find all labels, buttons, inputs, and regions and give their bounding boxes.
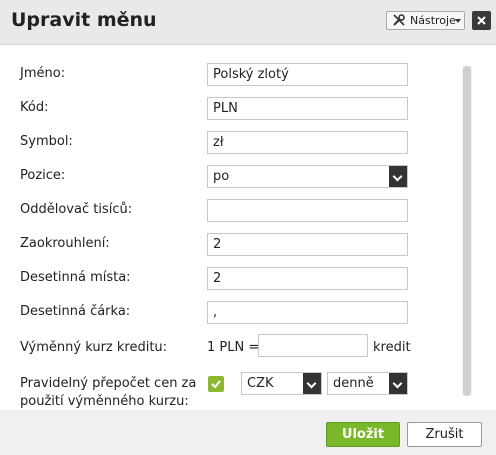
auto-convert-checkbox[interactable] [208, 376, 224, 392]
auto-convert-label-line2: použití výměnného kurzu: [20, 394, 189, 409]
auto-convert-label-line1: Pravidelný přepočet cen za [20, 376, 197, 391]
currency-select[interactable]: CZK [241, 372, 322, 395]
cancel-button[interactable]: Zrušit [407, 422, 482, 447]
decimal-separator-input[interactable]: , [207, 301, 408, 324]
chevron-down-icon [389, 166, 407, 187]
position-select[interactable]: po [207, 165, 408, 188]
save-button[interactable]: Uložit [326, 422, 400, 447]
checkmark-icon [211, 380, 221, 389]
rounding-input[interactable]: 2 [207, 233, 408, 256]
dialog-title: Upravit měnu [11, 9, 157, 31]
close-icon [477, 16, 486, 25]
close-button[interactable] [472, 11, 491, 30]
position-label: Pozice: [20, 168, 66, 183]
code-label: Kód: [20, 100, 49, 115]
thousands-separator-input[interactable] [207, 199, 408, 222]
tools-dropdown-button[interactable]: Nástroje [386, 11, 465, 30]
scrollbar-thumb[interactable] [463, 66, 471, 396]
decimals-label: Desetinná místa: [20, 270, 131, 285]
dialog-titlebar: Upravit měnu Nástroje [0, 0, 496, 45]
credit-rate-prefix: 1 PLN = [207, 340, 260, 355]
frequency-value: denně [333, 376, 374, 391]
form-scrollbar[interactable] [462, 66, 472, 396]
symbol-label: Symbol: [20, 134, 73, 149]
rounding-label: Zaokrouhlení: [20, 236, 110, 251]
name-input[interactable]: Polský zlotý [207, 63, 408, 86]
tools-label: Nástroje [410, 14, 456, 27]
decimals-input[interactable]: 2 [207, 267, 408, 290]
tools-icon [393, 14, 405, 29]
symbol-input[interactable]: zł [207, 131, 408, 154]
frequency-select[interactable]: denně [327, 372, 408, 395]
credit-rate-suffix: kredit [373, 340, 411, 355]
code-input[interactable]: PLN [207, 97, 408, 120]
chevron-down-icon [455, 19, 461, 23]
chevron-down-icon [389, 373, 407, 394]
credit-rate-input[interactable] [258, 334, 368, 357]
thousands-separator-label: Oddělovač tisíců: [20, 202, 133, 217]
currency-value: CZK [247, 376, 274, 391]
name-label: Jméno: [20, 66, 66, 81]
decimal-separator-label: Desetinná čárka: [20, 304, 131, 319]
position-value: po [213, 169, 230, 184]
chevron-down-icon [303, 373, 321, 394]
credit-rate-label: Výměnný kurz kreditu: [20, 340, 168, 355]
